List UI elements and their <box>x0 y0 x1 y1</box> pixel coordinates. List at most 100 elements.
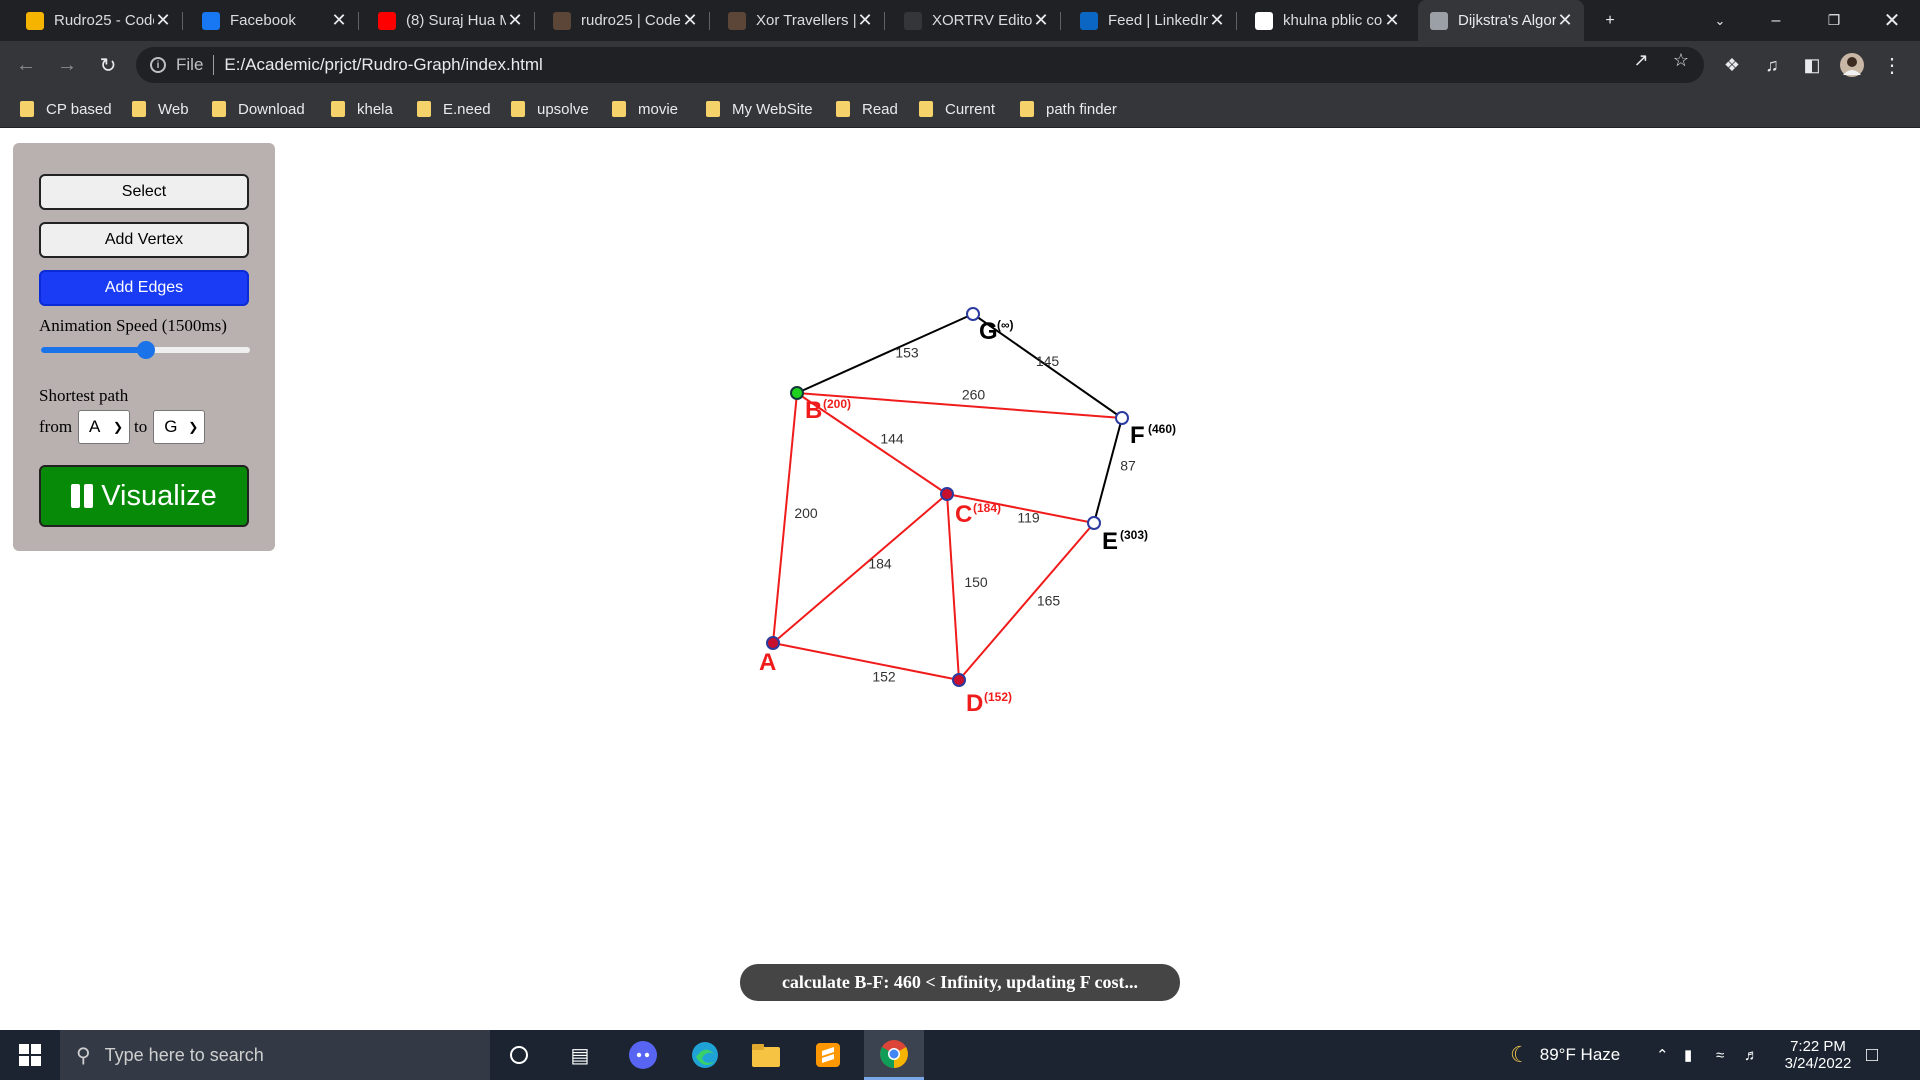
folder-icon <box>212 101 226 117</box>
close-tab-icon[interactable]: ✕ <box>330 10 348 31</box>
close-tab-icon[interactable]: ✕ <box>681 10 699 31</box>
bookmark-star-icon[interactable]: ☆ <box>1670 49 1692 71</box>
edge-weight-label: 145 <box>1036 353 1060 369</box>
folder-icon <box>511 101 525 117</box>
weather-widget[interactable]: ☾ 89°F Haze <box>1510 1030 1620 1080</box>
bookmark-folder[interactable]: E.need <box>417 99 491 119</box>
battery-icon[interactable]: ▮ <box>1684 1030 1692 1080</box>
folder-icon <box>1020 101 1034 117</box>
node-label: G <box>979 318 998 345</box>
browser-tab[interactable]: rudro25 | CodeChef✕ <box>541 0 710 41</box>
browser-tab[interactable]: Feed | LinkedIn ✕ <box>1068 0 1237 41</box>
node-cost-label: (303) <box>1120 528 1148 542</box>
browser-tab[interactable]: XORTRV Editorial✕ <box>892 0 1061 41</box>
node-cost-label: (184) <box>973 501 1001 515</box>
node-cost-label: (460) <box>1148 422 1176 436</box>
browser-tab[interactable]: Xor Travellers | CodeChef✕ <box>716 0 885 41</box>
volume-icon[interactable]: ♬ <box>1744 1030 1759 1080</box>
node-cost-label: (∞) <box>997 318 1014 332</box>
bookmark-folder[interactable]: khela <box>331 99 393 119</box>
node-label: D <box>966 690 983 717</box>
share-icon[interactable]: ↗ <box>1630 49 1652 71</box>
new-tab-button[interactable]: + <box>1582 0 1638 41</box>
windows-taskbar: ⚲ Type here to search ▤ ☾ 89°F Haze ⌃ ▮ … <box>0 1030 1920 1080</box>
tab-title: Rudro25 - Codeforces <box>54 12 154 29</box>
graph-edge-D-E[interactable] <box>958 522 1095 681</box>
close-tab-icon[interactable]: ✕ <box>856 10 874 31</box>
graph-edge-A-D[interactable] <box>772 642 960 681</box>
close-tab-icon[interactable]: ✕ <box>506 10 524 31</box>
browser-tab[interactable]: Rudro25 - Codeforces✕ <box>14 0 183 41</box>
edge-weight-label: 200 <box>794 505 818 521</box>
bookmark-folder[interactable]: movie <box>612 99 678 119</box>
node-cost-label: (152) <box>984 690 1012 704</box>
graph-node-A[interactable] <box>766 636 780 650</box>
graph-node-F[interactable] <box>1115 411 1129 425</box>
file-explorer-icon[interactable] <box>749 1038 783 1072</box>
bookmark-folder[interactable]: Read <box>836 99 898 119</box>
graph-node-C[interactable] <box>940 487 954 501</box>
chrome-taskbar-icon[interactable] <box>864 1030 924 1080</box>
graph-canvas[interactable]: 200 184 152 144 260 153 150 119 165 87 145 A B (200) C… <box>0 128 1920 1030</box>
discord-icon[interactable] <box>626 1038 660 1072</box>
address-url[interactable]: E:/Academic/prjct/Rudro-Graph/index.html <box>224 55 542 75</box>
browser-tab[interactable]: (8) Suraj Hua Maddham✕ <box>366 0 535 41</box>
graph-node-D[interactable] <box>952 673 966 687</box>
info-icon[interactable]: i <box>150 57 166 73</box>
bookmark-folder[interactable]: Web <box>132 99 189 119</box>
browser-tab[interactable]: Facebook ✕ <box>190 0 359 41</box>
graph-node-E[interactable] <box>1087 516 1101 530</box>
wifi-icon[interactable]: ≈ <box>1716 1030 1724 1080</box>
bookmark-folder[interactable]: Current <box>919 99 995 119</box>
close-tab-icon[interactable]: ✕ <box>154 10 172 31</box>
browser-toolbar: ← → ↻ i File E:/Academic/prjct/Rudro-Gra… <box>0 41 1920 89</box>
taskbar-search-box[interactable]: ⚲ Type here to search <box>60 1030 490 1080</box>
graph-node-B[interactable] <box>790 386 804 400</box>
edge-weight-label: 153 <box>895 345 919 361</box>
edge-weight-label: 260 <box>962 387 986 403</box>
clock-date: 3/24/2022 <box>1784 1055 1852 1072</box>
tab-title: rudro25 | CodeChef <box>581 12 681 29</box>
address-bar[interactable]: i File E:/Academic/prjct/Rudro-Graph/ind… <box>136 47 1704 83</box>
graph-node-G[interactable] <box>966 307 980 321</box>
close-tab-icon[interactable]: ✕ <box>1208 10 1226 31</box>
cortana-icon[interactable] <box>502 1038 536 1072</box>
browser-tab[interactable]: Dijkstra's Algorithm✕ <box>1418 0 1584 41</box>
notification-center-icon[interactable]: □ <box>1866 1030 1878 1080</box>
browser-tab[interactable]: khulna pblic college✕ <box>1243 0 1411 41</box>
minimize-button[interactable]: – <box>1748 0 1804 41</box>
codeforces-icon <box>26 11 44 30</box>
reload-icon[interactable]: ↻ <box>94 51 122 79</box>
graph-edge-E-F[interactable] <box>1093 417 1123 524</box>
close-window-button[interactable]: ✕ <box>1864 0 1920 41</box>
folder-icon <box>132 101 146 117</box>
browser-menu-icon[interactable]: ⋮ <box>1880 53 1904 77</box>
restore-button[interactable]: ❐ <box>1806 0 1862 41</box>
tab-separator <box>534 12 535 30</box>
tab-title: khulna pblic college <box>1283 12 1383 29</box>
sublime-text-icon[interactable] <box>811 1038 845 1072</box>
moon-weather-icon: ☾ <box>1510 1042 1530 1067</box>
side-panel-icon[interactable]: ◧ <box>1800 53 1824 77</box>
globe-icon <box>1430 11 1448 30</box>
bookmark-folder[interactable]: CP based <box>20 99 112 119</box>
task-view-icon[interactable]: ▤ <box>563 1038 597 1072</box>
close-tab-icon[interactable]: ✕ <box>1032 10 1050 31</box>
extensions-puzzle-icon[interactable]: ❖ <box>1720 53 1744 77</box>
close-tab-icon[interactable]: ✕ <box>1556 10 1574 31</box>
bookmark-folder[interactable]: My WebSite <box>706 99 813 119</box>
bookmark-folder[interactable]: upsolve <box>511 99 589 119</box>
media-control-icon[interactable]: ♫ <box>1760 53 1784 77</box>
close-tab-icon[interactable]: ✕ <box>1383 10 1401 31</box>
back-arrow-icon[interactable]: ← <box>12 51 40 79</box>
bookmark-folder[interactable]: Download <box>212 99 305 119</box>
show-hidden-icons-chevron-icon[interactable]: ⌃ <box>1656 1030 1669 1080</box>
clock[interactable]: 7:22 PM 3/24/2022 <box>1770 1030 1866 1080</box>
edge-browser-icon[interactable] <box>688 1038 722 1072</box>
graph-edge-B-G[interactable] <box>796 313 974 394</box>
tab-search-chevron-icon[interactable]: ⌄ <box>1692 0 1748 41</box>
bookmark-folder[interactable]: path finder <box>1020 99 1117 119</box>
windows-start-icon[interactable] <box>0 1030 60 1080</box>
profile-avatar[interactable] <box>1840 53 1864 77</box>
forward-arrow-icon[interactable]: → <box>53 51 81 79</box>
